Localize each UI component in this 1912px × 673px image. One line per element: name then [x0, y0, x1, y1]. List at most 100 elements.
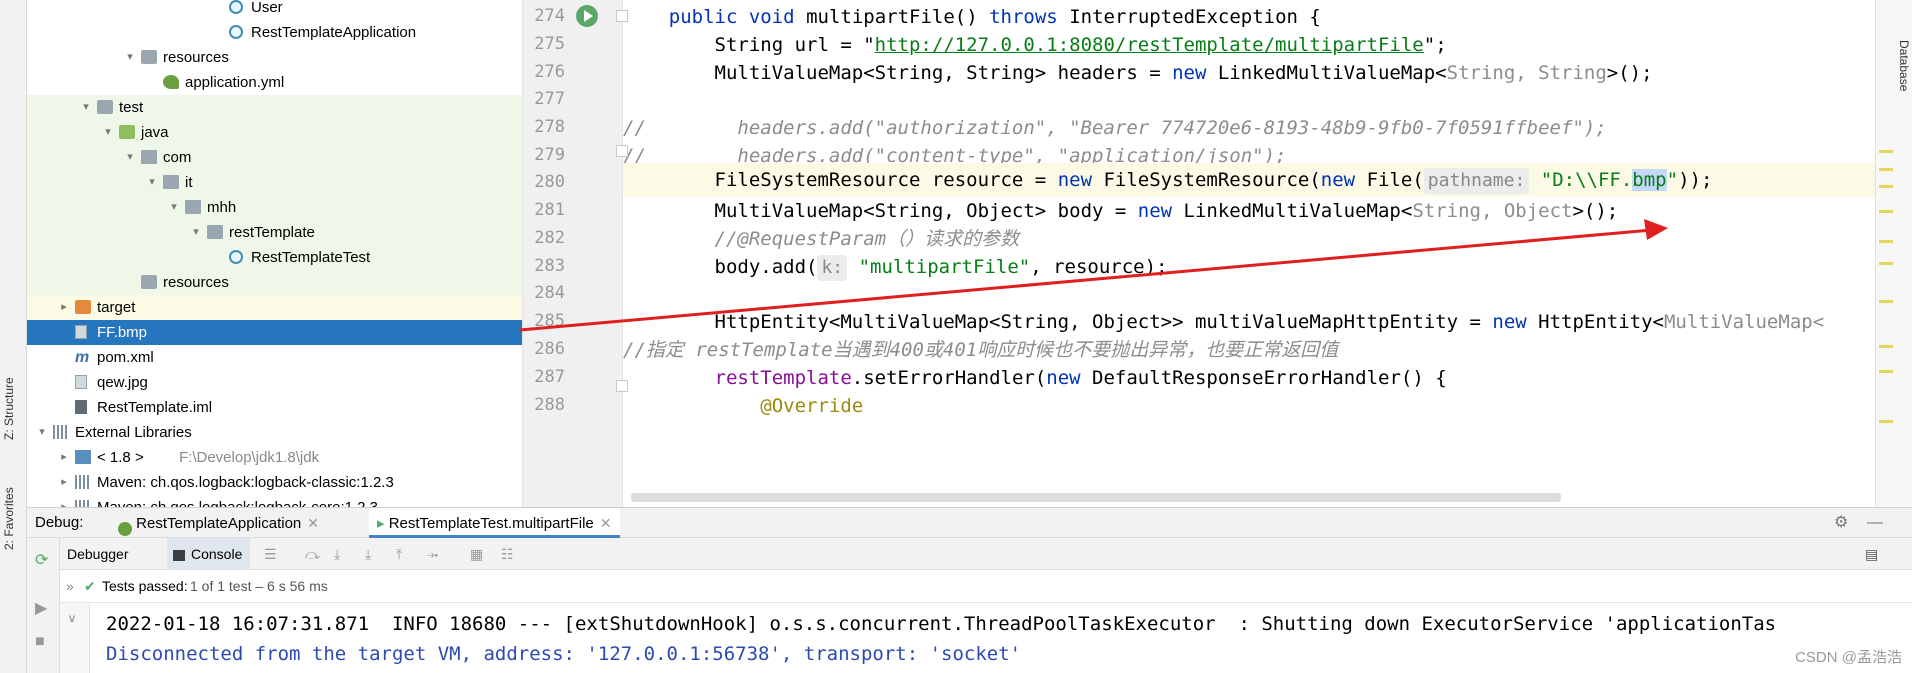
run-to-cursor-icon[interactable]: ⤞	[427, 538, 438, 570]
chevron-down-icon[interactable]: ▾	[101, 120, 115, 145]
tree-item[interactable]: ▾ mhh	[27, 195, 522, 220]
trace-icon[interactable]: ☷	[501, 538, 514, 570]
package-icon	[163, 175, 179, 189]
chevron-right-icon[interactable]: ▸	[57, 295, 71, 320]
tree-item[interactable]: ▸ Maven: ch.qos.logback:logback-classic:1…	[27, 470, 522, 495]
error-stripe-mark[interactable]	[1879, 345, 1893, 348]
tree-item[interactable]: m pom.xml	[27, 345, 522, 370]
layout-icon[interactable]: ▤	[1865, 538, 1878, 570]
chevron-down-icon[interactable]: ▾	[189, 220, 203, 245]
tree-item-label: restTemplate	[229, 224, 315, 241]
stop-icon[interactable]: ■	[35, 633, 52, 650]
error-stripe-mark[interactable]	[1879, 168, 1893, 171]
chevron-down-icon[interactable]: ▾	[167, 195, 181, 220]
error-stripe-mark[interactable]	[1879, 370, 1893, 373]
chevron-down-icon[interactable]: ▾	[123, 145, 137, 170]
tree-item[interactable]: FF.bmp	[27, 320, 522, 345]
tests-passed-label: Tests passed:	[102, 578, 188, 594]
force-step-into-icon[interactable]: ⤓	[365, 538, 371, 570]
tree-item-label: test	[119, 99, 144, 116]
tree-item[interactable]: qew.jpg	[27, 370, 522, 395]
parameter-hint: k:	[817, 255, 848, 281]
close-icon[interactable]: ✕	[307, 515, 319, 531]
console-output[interactable]: v 2022-01-18 16:07:31.871 INFO 18680 ---…	[60, 602, 1912, 673]
tab-console[interactable]: Console	[167, 538, 251, 570]
tree-item[interactable]: RestTemplate.iml	[27, 395, 522, 420]
line-number: 283	[534, 256, 565, 276]
tree-item-label: resources	[163, 49, 229, 66]
fold-marker[interactable]	[616, 380, 628, 392]
tab-rest-template-test[interactable]: ▸ RestTemplateTest.multipartFile ✕	[369, 508, 620, 538]
evaluate-icon[interactable]: ▦	[470, 538, 483, 570]
tree-item-label: target	[97, 299, 136, 316]
horizontal-scrollbar[interactable]	[631, 493, 1561, 502]
console-gutter: v	[60, 603, 90, 673]
error-stripe-mark[interactable]	[1879, 262, 1893, 265]
rerun-icon[interactable]: ⟳	[35, 550, 52, 569]
tab-debugger[interactable]: Debugger	[67, 538, 129, 570]
database-tool-tab[interactable]: Database	[1897, 40, 1911, 91]
chevron-down-icon[interactable]: ▾	[35, 420, 49, 445]
debug-header: Debug: RestTemplateApplication ✕ ▸ RestTe…	[27, 508, 1912, 538]
step-into-icon[interactable]: ⤓	[334, 538, 340, 570]
favorites-tool-tab[interactable]: 2: Favorites	[2, 487, 16, 550]
tree-item[interactable]: ▸ < 1.8 > F:\Develop\jdk1.8\jdk	[27, 445, 522, 470]
test-status-bar: » ✔ Tests passed: 1 of 1 test – 6 s 56 m…	[60, 570, 1912, 602]
chevron-down-icon[interactable]: v	[69, 611, 75, 625]
tree-item[interactable]: ▸ target	[27, 295, 522, 320]
expand-icon[interactable]: »	[66, 570, 74, 602]
tree-item[interactable]: ▾ resources	[27, 45, 522, 70]
tab-rest-template-application[interactable]: RestTemplateApplication ✕	[112, 508, 325, 538]
close-icon[interactable]: ✕	[600, 515, 612, 531]
fold-marker[interactable]	[616, 10, 628, 22]
code-line-283: body.add(k: "multipartFile", resource);	[623, 250, 1875, 284]
gear-icon[interactable]: ⚙	[1834, 508, 1848, 538]
error-stripe-mark[interactable]	[1879, 240, 1893, 243]
maven-icon: m	[75, 349, 90, 366]
tests-detail: 1 of 1 test – 6 s 56 ms	[190, 578, 328, 594]
error-stripe-mark[interactable]	[1879, 185, 1893, 188]
step-over-icon[interactable]: ⤼	[305, 538, 320, 570]
url-link[interactable]: http://127.0.0.1:8080/restTemplate/multi…	[875, 34, 1424, 56]
line-number: 274	[534, 6, 565, 26]
line-number: 277	[534, 89, 565, 109]
tree-item[interactable]: RestTemplateTest	[27, 245, 522, 270]
chevron-right-icon[interactable]: ▸	[57, 495, 71, 507]
tree-item[interactable]: User	[27, 0, 522, 20]
tree-item-label: Maven: ch.qos.logback:logback-core:1.2.3	[97, 495, 378, 507]
menu-icon[interactable]: ☰	[264, 538, 277, 570]
step-out-icon[interactable]: ⤒	[396, 538, 402, 570]
tree-item[interactable]: ▾ restTemplate	[27, 220, 522, 245]
chevron-right-icon[interactable]: ▸	[57, 470, 71, 495]
run-test-icon[interactable]	[576, 5, 598, 27]
fold-marker[interactable]	[616, 145, 628, 157]
tree-item[interactable]: RestTemplateApplication	[27, 20, 522, 45]
code-editor[interactable]: public void multipartFile() throws Inter…	[523, 0, 1875, 507]
minimize-icon[interactable]: —	[1867, 508, 1883, 538]
tree-item-label: pom.xml	[97, 349, 154, 366]
error-stripe-mark[interactable]	[1879, 150, 1893, 153]
tree-item[interactable]: ▾ it	[27, 170, 522, 195]
class-icon	[229, 25, 243, 39]
tree-item[interactable]: resources	[27, 270, 522, 295]
tree-item[interactable]: ▾ test	[27, 95, 522, 120]
libraries-icon	[53, 425, 69, 439]
tree-item[interactable]: ▸ Maven: ch.qos.logback:logback-core:1.2.…	[27, 495, 522, 507]
chevron-right-icon[interactable]: ▸	[57, 445, 71, 470]
line-number: 281	[534, 200, 565, 220]
tree-item[interactable]: ▾ External Libraries	[27, 420, 522, 445]
tree-item-label: RestTemplateTest	[251, 249, 371, 266]
structure-tool-tab[interactable]: Z: Structure	[2, 377, 16, 440]
chevron-down-icon[interactable]: ▾	[145, 170, 159, 195]
error-stripe-mark[interactable]	[1879, 300, 1893, 303]
chevron-down-icon[interactable]: ▾	[123, 45, 137, 70]
tree-item[interactable]: application.yml	[27, 70, 522, 95]
resume-icon[interactable]: ▶	[35, 598, 52, 617]
chevron-down-icon[interactable]: ▾	[79, 95, 93, 120]
console-icon	[173, 549, 185, 561]
tree-item[interactable]: ▾ com	[27, 145, 522, 170]
tree-item[interactable]: ▾ java	[27, 120, 522, 145]
error-stripe-mark[interactable]	[1879, 210, 1893, 213]
error-stripe-mark[interactable]	[1879, 420, 1893, 423]
resources-folder-icon	[141, 275, 157, 289]
